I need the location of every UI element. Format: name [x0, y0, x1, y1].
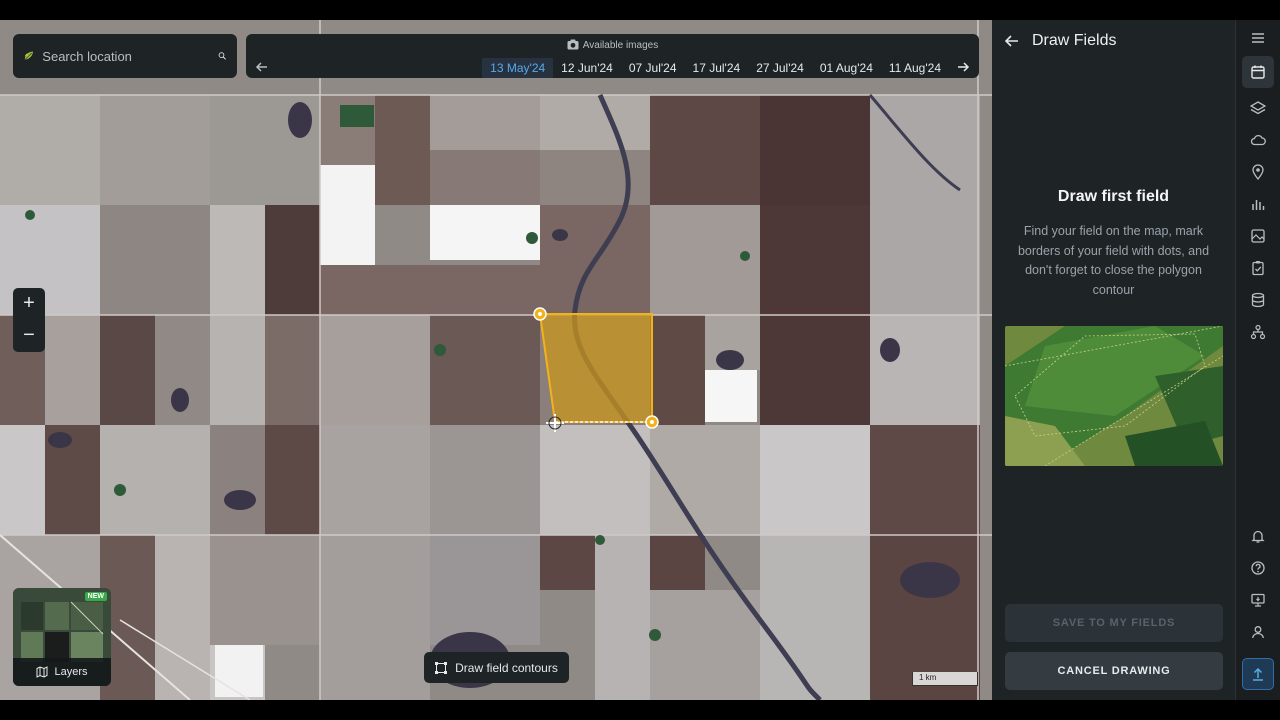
location-pin-icon — [1252, 164, 1264, 180]
zoom-controls: + − — [13, 288, 45, 352]
search-input[interactable] — [42, 48, 219, 64]
draw-fields-panel: Draw Fields Draw first field Find your f… — [992, 20, 1235, 700]
weather-button[interactable] — [1242, 124, 1274, 156]
calendar-button[interactable] — [1242, 56, 1274, 88]
panel-description: Find your field on the map, mark borders… — [1017, 224, 1210, 297]
layers-label-bar: Layers — [13, 658, 111, 686]
timeline-date-5[interactable]: 01 Aug'24 — [812, 58, 881, 78]
panel-title: Draw Fields — [1032, 32, 1117, 49]
back-arrow-icon[interactable] — [1004, 33, 1020, 49]
data-button[interactable] — [1242, 284, 1274, 316]
menu-button[interactable] — [1242, 22, 1274, 54]
upload-icon — [1253, 667, 1263, 681]
image-icon — [1251, 229, 1265, 243]
bell-icon — [1251, 530, 1265, 543]
menu-icon — [1252, 33, 1264, 43]
zoom-out-button[interactable]: − — [13, 320, 45, 352]
new-badge: NEW — [84, 592, 107, 601]
draw-field-contours-label: Draw field contours — [455, 660, 558, 675]
field-preview-image — [1005, 326, 1223, 466]
imagery-button[interactable] — [1242, 220, 1274, 252]
database-icon — [1251, 292, 1265, 308]
account-button[interactable] — [1242, 616, 1274, 648]
location-button[interactable] — [1242, 156, 1274, 188]
timeline-date-4[interactable]: 27 Jul'24 — [748, 58, 812, 78]
tasks-button[interactable] — [1242, 252, 1274, 284]
map-icon — [36, 666, 48, 678]
available-images-header: Available images — [246, 39, 979, 51]
scale-label: 1 km — [919, 673, 937, 682]
timeline-date-1[interactable]: 12 Jun'24 — [553, 58, 621, 78]
letterbox-top — [0, 0, 1280, 20]
monitor-icon — [1251, 593, 1265, 607]
zoom-in-button[interactable]: + — [13, 288, 45, 320]
panel-header: Draw Fields — [992, 20, 1235, 62]
cancel-drawing-button[interactable]: CANCEL DRAWING — [1005, 652, 1223, 690]
present-button[interactable] — [1242, 584, 1274, 616]
layers-rail-button[interactable] — [1242, 92, 1274, 124]
map-imagery — [0, 20, 992, 700]
upload-button[interactable] — [1242, 658, 1274, 690]
layers-button[interactable]: NEW Layers — [13, 588, 111, 686]
analytics-button[interactable] — [1242, 188, 1274, 220]
image-date-timeline: Available images 13 May'24 12 Jun'24 07 Ju… — [246, 34, 979, 78]
map-scale-bar: 1 km — [912, 672, 978, 686]
available-images-label: Available images — [582, 40, 659, 51]
timeline-date-3[interactable]: 17 Jul'24 — [685, 58, 749, 78]
app-window: Available images 13 May'2412 Jun'2407 Ju… — [0, 0, 1280, 720]
layers-label: Layers — [54, 666, 88, 678]
app-logo-icon — [24, 51, 33, 61]
cloud-icon — [1250, 134, 1266, 146]
search-box[interactable] — [13, 34, 237, 78]
panel-heading: Draw first field — [1057, 188, 1170, 205]
structure-button[interactable] — [1242, 316, 1274, 348]
side-icon-rail — [1235, 20, 1280, 700]
letterbox-bottom — [0, 700, 1280, 720]
user-icon — [1252, 626, 1264, 639]
timeline-dates: 13 May'24 12 Jun'24 07 Jul'24 17 Jul'24 27 J… — [482, 58, 949, 78]
timeline-date-0[interactable]: 13 May'24 — [482, 58, 554, 78]
network-icon — [1250, 324, 1266, 340]
save-to-my-fields-button[interactable]: SAVE TO MY FIELDS — [1005, 604, 1223, 642]
layers-icon — [1250, 101, 1266, 115]
help-button[interactable] — [1242, 552, 1274, 584]
timeline-date-6[interactable]: 11 Aug'24 — [881, 58, 949, 78]
timeline-prev-arrow-icon[interactable] — [254, 59, 270, 75]
draw-field-contours-button[interactable]: Draw field contours — [424, 652, 569, 683]
clipboard-check-icon — [1252, 261, 1264, 276]
calendar-icon — [1251, 65, 1265, 79]
timeline-next-arrow-icon[interactable] — [955, 59, 971, 75]
timeline-date-2[interactable]: 07 Jul'24 — [621, 58, 685, 78]
camera-icon — [567, 39, 579, 50]
bar-chart-icon — [1252, 200, 1265, 210]
help-icon — [1251, 561, 1265, 575]
satellite-map[interactable] — [0, 20, 992, 700]
search-icon[interactable] — [218, 46, 227, 66]
drawn-field-polygon — [538, 313, 653, 423]
notifications-button[interactable] — [1242, 520, 1274, 552]
polygon-draw-icon — [435, 661, 448, 674]
